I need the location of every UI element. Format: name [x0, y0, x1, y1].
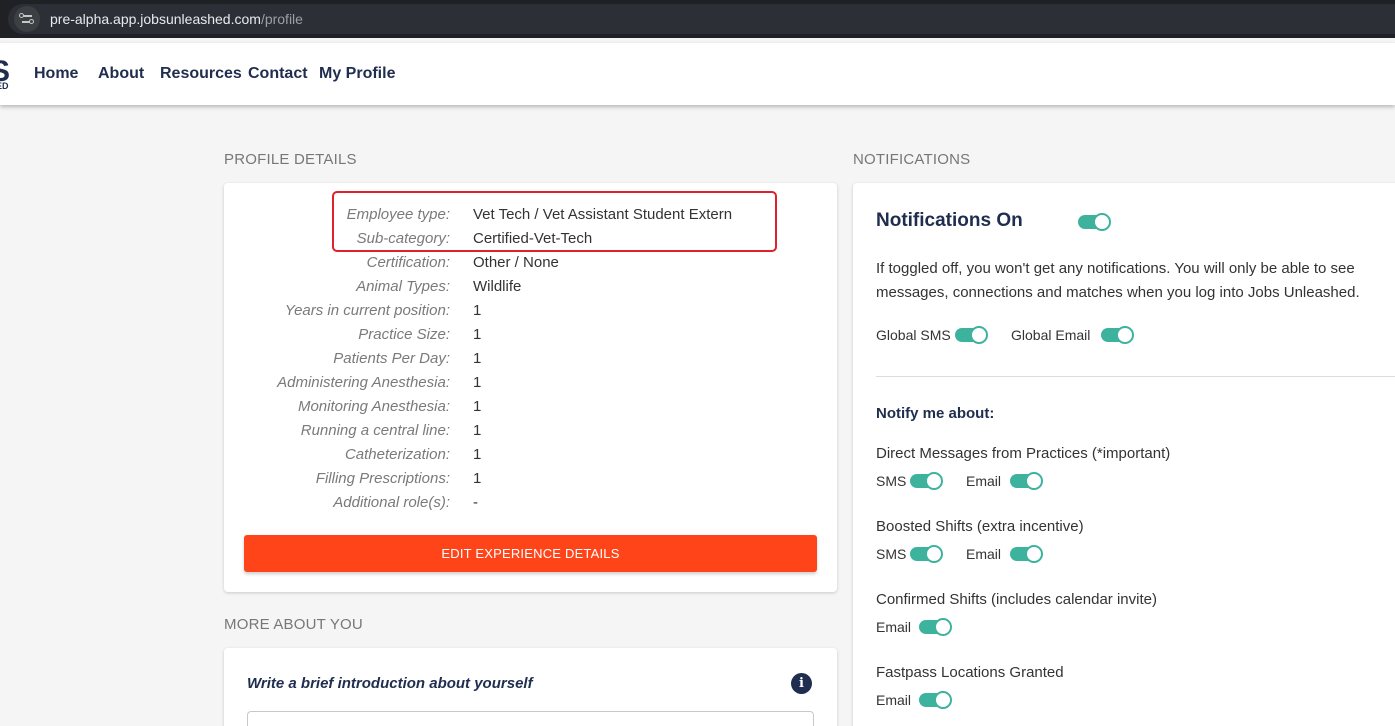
detail-row-administering-anesthesia: Administering Anesthesia: 1: [277, 374, 482, 391]
divider: [876, 376, 1395, 377]
notify-item-confirmed-shifts: Confirmed Shifts (includes calendar invi…: [876, 591, 1157, 608]
intro-title: Write a brief introduction about yoursel…: [247, 675, 533, 692]
global-sms-label: Global SMS: [876, 327, 951, 343]
intro-textarea[interactable]: [247, 711, 814, 726]
more-about-heading: MORE ABOUT YOU: [224, 616, 363, 633]
top-nav: S ED Home About Resources Contact My Pro…: [0, 43, 1395, 105]
nav-resources[interactable]: Resources: [160, 65, 242, 83]
direct-messages-sms-toggle[interactable]: [910, 472, 943, 490]
boosted-shifts-email-label: Email: [966, 546, 1002, 562]
site-settings-icon[interactable]: [14, 6, 40, 32]
notify-me-heading: Notify me about:: [876, 405, 995, 422]
profile-details-heading: PROFILE DETAILS: [224, 151, 357, 168]
detail-row-practice-size: Practice Size: 1: [358, 326, 482, 343]
detail-row-monitoring-anesthesia: Monitoring Anesthesia: 1: [297, 398, 482, 415]
nav-my-profile[interactable]: My Profile: [319, 65, 395, 83]
boosted-shifts-email-toggle[interactable]: [1010, 545, 1043, 563]
global-sms-toggle[interactable]: [955, 326, 988, 344]
edit-experience-button[interactable]: EDIT EXPERIENCE DETAILS: [244, 535, 817, 572]
detail-row-certification: Certification: Other / None: [366, 254, 559, 271]
notify-item-fastpass: Fastpass Locations Granted: [876, 664, 1064, 681]
direct-messages-sms-label: SMS: [876, 473, 907, 489]
url-text[interactable]: pre-alpha.app.jobsunleashed.com/profile: [50, 11, 303, 27]
notify-item-boosted-shifts: Boosted Shifts (extra incentive): [876, 518, 1084, 535]
detail-row-prescriptions: Filling Prescriptions: 1: [315, 470, 482, 487]
notifications-title: Notifications On: [876, 210, 1023, 231]
notify-item-direct-messages: Direct Messages from Practices (*importa…: [876, 445, 1171, 462]
notifications-description: If toggled off, you won't get any notifi…: [876, 260, 1360, 301]
confirmed-shifts-email-label: Email: [876, 619, 912, 635]
detail-row-animal-types: Animal Types: Wildlife: [356, 278, 522, 295]
detail-row-central-line: Running a central line: 1: [300, 422, 482, 439]
nav-home[interactable]: Home: [34, 65, 78, 83]
highlight-annotation: [332, 191, 777, 252]
fastpass-email-label: Email: [876, 692, 912, 708]
detail-row-patients: Patients Per Day: 1: [333, 350, 482, 367]
direct-messages-email-toggle[interactable]: [1010, 472, 1043, 490]
detail-row-years: Years in current position: 1: [284, 302, 482, 319]
detail-row-additional-roles: Additional role(s): -: [333, 494, 478, 511]
fastpass-email-toggle[interactable]: [919, 691, 952, 709]
confirmed-shifts-email-toggle[interactable]: [919, 618, 952, 636]
notifications-heading: NOTIFICATIONS: [853, 151, 971, 168]
info-icon[interactable]: i: [791, 673, 812, 694]
nav-about[interactable]: About: [98, 65, 144, 83]
direct-messages-email-label: Email: [966, 473, 1002, 489]
global-email-label: Global Email: [1011, 327, 1091, 343]
nav-contact[interactable]: Contact: [248, 65, 308, 83]
logo[interactable]: S ED: [0, 57, 10, 93]
global-email-toggle[interactable]: [1101, 326, 1134, 344]
boosted-shifts-sms-toggle[interactable]: [910, 545, 943, 563]
notifications-master-toggle[interactable]: [1078, 213, 1111, 231]
browser-url-bar: pre-alpha.app.jobsunleashed.com/profile: [0, 0, 1395, 38]
detail-row-catheterization: Catheterization: 1: [344, 446, 482, 463]
boosted-shifts-sms-label: SMS: [876, 546, 907, 562]
